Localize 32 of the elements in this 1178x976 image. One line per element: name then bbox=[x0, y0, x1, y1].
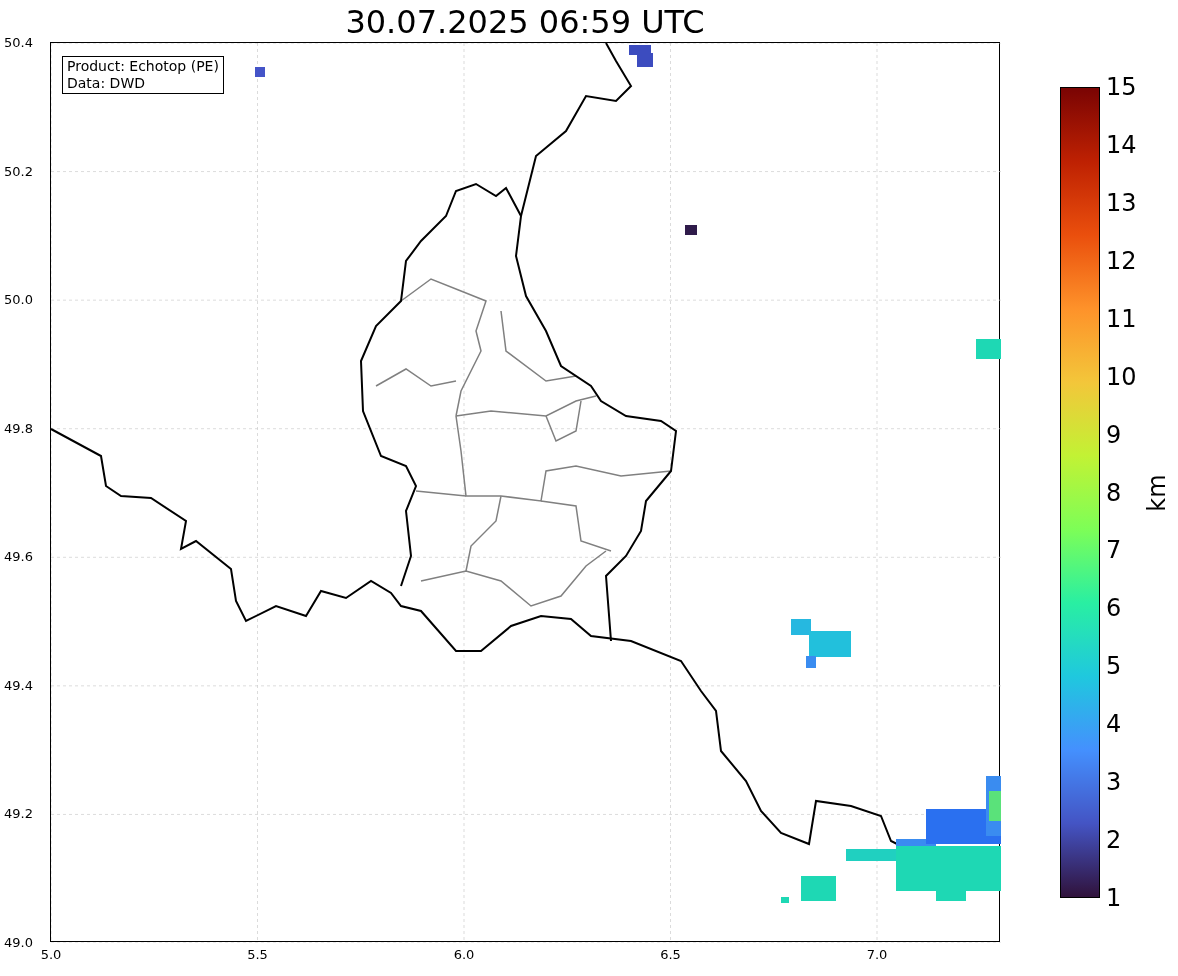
colorbar-tick-label: 3 bbox=[1106, 768, 1122, 797]
plot-title: 30.07.2025 06:59 UTC bbox=[345, 2, 705, 42]
info-text: Product: Echotop (PE) bbox=[67, 58, 219, 75]
info-text: Data: DWD bbox=[67, 75, 146, 92]
colorbar-tick-label: 7 bbox=[1106, 536, 1122, 565]
colorbar-tick-label: 15 bbox=[1106, 73, 1137, 101]
y-tick-label: 49.2 bbox=[4, 806, 34, 823]
y-tick-label: 49.0 bbox=[4, 935, 34, 951]
y-tick-label: 49.8 bbox=[4, 420, 34, 437]
y-tick-label: 50.2 bbox=[4, 163, 34, 180]
colorbar-tick-label: 12 bbox=[1106, 246, 1137, 275]
colorbar-tick-label: 11 bbox=[1106, 304, 1137, 333]
x-tick-label: 7.0 bbox=[866, 947, 888, 963]
x-tick-label: 5.5 bbox=[247, 947, 268, 963]
colorbar-tick-label: 5 bbox=[1106, 652, 1122, 681]
x-tick-label: 6.5 bbox=[660, 947, 681, 963]
colorbar-label: km bbox=[1142, 474, 1171, 512]
x-tick-label: 6.0 bbox=[453, 947, 475, 963]
colorbar-tick-label: 8 bbox=[1106, 478, 1122, 507]
colorbar-tick-label: 13 bbox=[1106, 188, 1137, 217]
colorbar-tick-label: 6 bbox=[1106, 594, 1122, 623]
y-tick-label: 49.6 bbox=[4, 549, 34, 566]
colorbar-tick-label: 4 bbox=[1106, 710, 1122, 739]
x-tick-label: 5.0 bbox=[40, 947, 62, 963]
colorbar-tick-label: 10 bbox=[1106, 362, 1137, 391]
y-tick-label: 50.0 bbox=[4, 292, 34, 309]
colorbar-tick-label: 14 bbox=[1106, 130, 1137, 159]
colorbar-tick-label: 1 bbox=[1106, 884, 1122, 912]
y-tick-label: 50.4 bbox=[4, 35, 34, 51]
colorbar-tick-label: 2 bbox=[1106, 826, 1122, 855]
y-tick-label: 49.4 bbox=[4, 677, 34, 694]
colorbar-tick-label: 9 bbox=[1106, 420, 1122, 449]
